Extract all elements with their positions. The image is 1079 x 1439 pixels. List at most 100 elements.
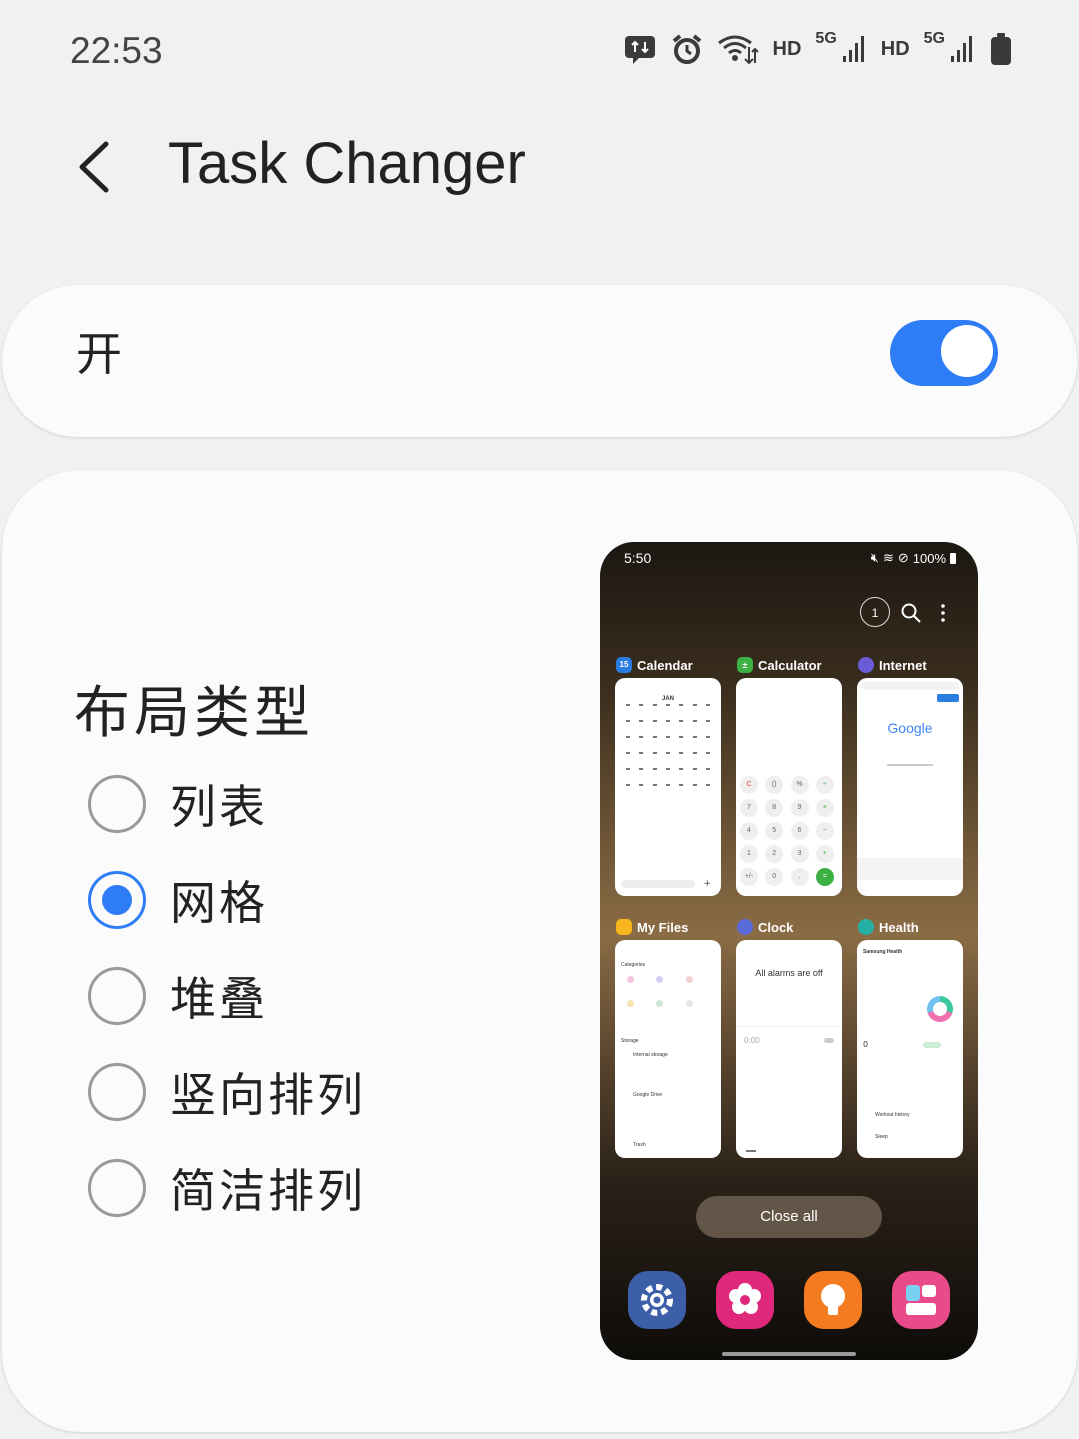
wifi-icon: ≋	[882, 550, 894, 565]
radio-button-selected[interactable]	[88, 871, 146, 929]
calc-key: −	[815, 822, 834, 840]
folder-icon	[616, 919, 632, 935]
app-header-clock: Clock	[737, 919, 793, 935]
app-header-calculator: ± Calculator	[737, 657, 822, 673]
calendar-grid	[621, 704, 715, 786]
signal-icon-2	[951, 36, 972, 62]
calc-key: 8	[765, 799, 784, 817]
status-time: 22:53	[70, 30, 163, 71]
files-gdrive: Google Drive	[633, 1092, 663, 1098]
radio-option-list[interactable]: 列表	[88, 772, 268, 836]
health-icon	[858, 919, 874, 935]
battery-icon	[991, 33, 1011, 65]
layout-preview-phone: 5:50 🔇︎ ≋ ⊘ 100% 1 15 Calendar ± Calcula…	[600, 542, 978, 1360]
switch-knob	[938, 322, 996, 380]
master-switch-toggle[interactable]	[890, 320, 998, 386]
alarm-icon	[672, 34, 701, 64]
clock-icon	[737, 919, 753, 935]
radio-label: 列表	[170, 780, 268, 834]
radio-button[interactable]	[88, 967, 146, 1025]
close-all-button[interactable]: Close all	[696, 1196, 882, 1238]
files-internal: Internal storage	[633, 1052, 668, 1058]
back-button[interactable]	[70, 132, 130, 202]
app-header-myfiles: My Files	[616, 919, 688, 935]
radio-option-grid[interactable]: 网格	[88, 868, 268, 932]
calc-key: 3	[790, 845, 809, 863]
files-trash: Trash	[633, 1142, 646, 1148]
internet-icon	[858, 657, 874, 673]
calc-key: .	[790, 868, 809, 886]
app-name: Health	[879, 919, 919, 935]
calc-key: 4	[740, 822, 758, 840]
calc-key: ÷	[815, 776, 834, 794]
radio-label: 竖向排列	[170, 1068, 366, 1122]
radio-label: 网格	[170, 876, 268, 930]
health-title: Samsung Health	[863, 949, 903, 955]
radio-option-stack[interactable]: 堆叠	[88, 964, 268, 1028]
app-header-internet: Internet	[858, 657, 927, 673]
calc-key: =	[815, 868, 834, 886]
tips-app-icon[interactable]	[804, 1271, 862, 1329]
search-icon	[901, 603, 921, 623]
calc-key: ×	[815, 799, 834, 817]
store-app-icon[interactable]	[892, 1271, 950, 1329]
calc-key: +/-	[740, 868, 758, 886]
calc-key: +	[815, 845, 834, 863]
preview-status-icons: 🔇︎ ≋ ⊘ 100%	[871, 550, 956, 566]
calc-key: 9	[790, 799, 809, 817]
calc-key: ()	[765, 776, 784, 794]
galaxy-store-icon	[906, 1285, 936, 1315]
app-name: Clock	[758, 919, 794, 935]
calc-key: 2	[765, 845, 784, 863]
app-header-calendar: 15 Calendar	[616, 657, 693, 673]
calendar-month: JAN	[661, 696, 674, 702]
thumb-calculator[interactable]: C ()% ÷ 7 8 9 × 4 5 6− 1 2 3 + +/- 0. =	[736, 678, 842, 896]
more-options-icon	[941, 604, 945, 622]
radio-button[interactable]	[88, 1063, 146, 1121]
calc-key: %	[790, 776, 809, 794]
page-counter-badge: 1	[860, 597, 890, 627]
calc-key: 1	[740, 845, 758, 863]
thumb-health[interactable]: Samsung Health 0 Workout history Sleep	[857, 940, 963, 1158]
status-icons: HD 5G HD 5G	[623, 30, 1013, 66]
chevron-left-icon	[79, 141, 109, 193]
thumb-clock[interactable]: All alarms are off 0:00	[736, 940, 842, 1158]
thumb-myfiles[interactable]: Categories Storage Internal storage Goog…	[615, 940, 721, 1158]
health-workout: Workout history	[875, 1112, 910, 1118]
calc-key: 7	[740, 799, 758, 817]
wifi-icon	[717, 35, 759, 65]
5g-label-2: 5G	[923, 30, 945, 47]
calculator-keypad: C ()% ÷ 7 8 9 × 4 5 6− 1 2 3 + +/- 0. =	[740, 776, 838, 886]
calendar-icon: 15	[616, 657, 632, 673]
calc-key: 6	[790, 822, 809, 840]
app-name: Calculator	[758, 657, 822, 673]
app-name: My Files	[637, 919, 689, 935]
master-switch-label: 开	[76, 327, 122, 381]
mute-icon: 🔇︎	[870, 550, 879, 565]
gear-icon	[641, 1284, 673, 1316]
home-indicator	[722, 1352, 856, 1356]
5g-label-1: 5G	[815, 30, 837, 47]
gallery-app-icon[interactable]	[716, 1271, 774, 1329]
hd-label-1: HD	[772, 37, 802, 60]
calc-key: C	[740, 776, 758, 794]
radio-button[interactable]	[88, 1159, 146, 1217]
page-title: Task Changer	[168, 131, 526, 196]
radio-option-simple[interactable]: 简洁排列	[88, 1156, 366, 1220]
thumb-internet[interactable]: Google	[857, 678, 963, 896]
clock-time: 0:00	[744, 1036, 760, 1045]
files-storage: Storage	[621, 1038, 639, 1044]
flower-icon	[729, 1283, 761, 1314]
settings-app-icon[interactable]	[628, 1271, 686, 1329]
radio-label: 简洁排列	[170, 1164, 366, 1218]
signal-icon-1	[842, 36, 864, 62]
lightbulb-icon	[821, 1284, 845, 1315]
app-header-health: Health	[858, 919, 919, 935]
thumb-calendar[interactable]: JAN +	[615, 678, 721, 896]
calc-key: 0	[765, 868, 784, 886]
preview-time: 5:50	[624, 550, 652, 566]
message-sync-icon	[624, 36, 655, 64]
radio-button[interactable]	[88, 775, 146, 833]
radio-option-vertical[interactable]: 竖向排列	[88, 1060, 366, 1124]
battery-icon	[950, 552, 956, 564]
